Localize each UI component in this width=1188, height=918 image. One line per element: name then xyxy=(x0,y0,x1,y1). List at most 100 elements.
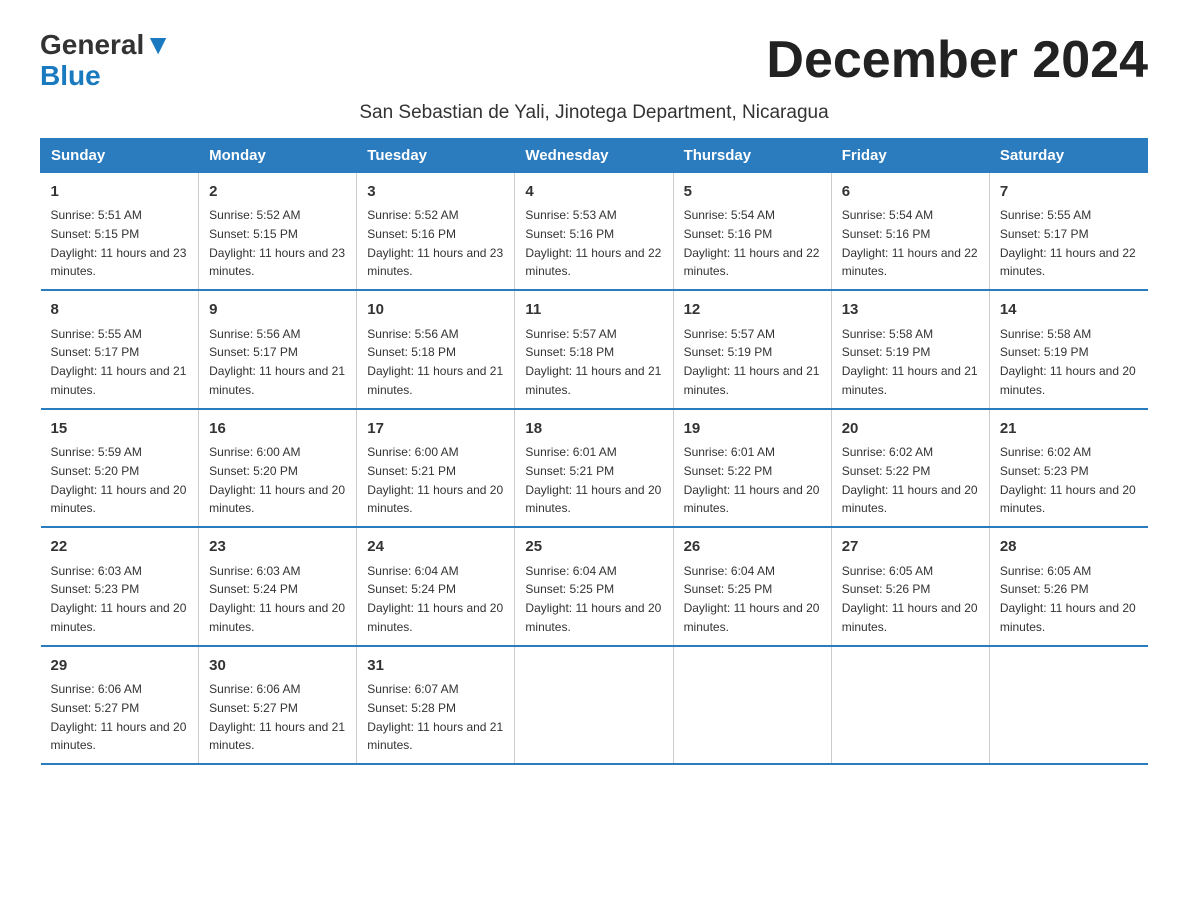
calendar-cell: 21 Sunrise: 6:02 AMSunset: 5:23 PMDaylig… xyxy=(989,409,1147,528)
calendar-cell: 6 Sunrise: 5:54 AMSunset: 5:16 PMDayligh… xyxy=(831,172,989,290)
day-number: 9 xyxy=(209,299,346,322)
calendar-cell: 7 Sunrise: 5:55 AMSunset: 5:17 PMDayligh… xyxy=(989,172,1147,290)
day-number: 25 xyxy=(525,536,662,559)
calendar-cell: 17 Sunrise: 6:00 AMSunset: 5:21 PMDaylig… xyxy=(357,409,515,528)
day-number: 1 xyxy=(51,181,189,204)
day-number: 28 xyxy=(1000,536,1138,559)
day-info: Sunrise: 5:52 AMSunset: 5:15 PMDaylight:… xyxy=(209,208,345,278)
calendar-cell: 3 Sunrise: 5:52 AMSunset: 5:16 PMDayligh… xyxy=(357,172,515,290)
calendar-cell: 29 Sunrise: 6:06 AMSunset: 5:27 PMDaylig… xyxy=(41,646,199,765)
calendar-cell: 12 Sunrise: 5:57 AMSunset: 5:19 PMDaylig… xyxy=(673,290,831,409)
calendar-cell: 20 Sunrise: 6:02 AMSunset: 5:22 PMDaylig… xyxy=(831,409,989,528)
day-number: 14 xyxy=(1000,299,1138,322)
calendar-week-row: 15 Sunrise: 5:59 AMSunset: 5:20 PMDaylig… xyxy=(41,409,1148,528)
day-number: 4 xyxy=(525,181,662,204)
calendar-week-row: 29 Sunrise: 6:06 AMSunset: 5:27 PMDaylig… xyxy=(41,646,1148,765)
day-info: Sunrise: 5:54 AMSunset: 5:16 PMDaylight:… xyxy=(684,208,820,278)
day-info: Sunrise: 6:01 AMSunset: 5:22 PMDaylight:… xyxy=(684,445,820,515)
logo-triangle-icon: ▼ xyxy=(144,29,172,60)
calendar-cell: 16 Sunrise: 6:00 AMSunset: 5:20 PMDaylig… xyxy=(199,409,357,528)
month-title: December 2024 xyxy=(766,30,1148,90)
logo-text: General▼ Blue xyxy=(40,30,172,92)
logo-blue-text: Blue xyxy=(40,60,101,91)
calendar-cell: 27 Sunrise: 6:05 AMSunset: 5:26 PMDaylig… xyxy=(831,527,989,646)
day-info: Sunrise: 5:58 AMSunset: 5:19 PMDaylight:… xyxy=(1000,327,1136,397)
day-info: Sunrise: 6:04 AMSunset: 5:25 PMDaylight:… xyxy=(684,564,820,634)
weekday-header-thursday: Thursday xyxy=(673,138,831,172)
day-info: Sunrise: 6:04 AMSunset: 5:24 PMDaylight:… xyxy=(367,564,503,634)
day-number: 23 xyxy=(209,536,346,559)
day-number: 21 xyxy=(1000,418,1138,441)
day-number: 30 xyxy=(209,655,346,678)
calendar-cell: 26 Sunrise: 6:04 AMSunset: 5:25 PMDaylig… xyxy=(673,527,831,646)
day-number: 5 xyxy=(684,181,821,204)
day-info: Sunrise: 6:01 AMSunset: 5:21 PMDaylight:… xyxy=(525,445,661,515)
calendar-cell: 24 Sunrise: 6:04 AMSunset: 5:24 PMDaylig… xyxy=(357,527,515,646)
day-number: 29 xyxy=(51,655,189,678)
day-number: 7 xyxy=(1000,181,1138,204)
day-number: 27 xyxy=(842,536,979,559)
calendar-week-row: 22 Sunrise: 6:03 AMSunset: 5:23 PMDaylig… xyxy=(41,527,1148,646)
day-number: 6 xyxy=(842,181,979,204)
calendar-cell: 30 Sunrise: 6:06 AMSunset: 5:27 PMDaylig… xyxy=(199,646,357,765)
day-info: Sunrise: 5:52 AMSunset: 5:16 PMDaylight:… xyxy=(367,208,503,278)
day-number: 20 xyxy=(842,418,979,441)
day-number: 17 xyxy=(367,418,504,441)
calendar-week-row: 8 Sunrise: 5:55 AMSunset: 5:17 PMDayligh… xyxy=(41,290,1148,409)
calendar-cell: 22 Sunrise: 6:03 AMSunset: 5:23 PMDaylig… xyxy=(41,527,199,646)
calendar-header-row: SundayMondayTuesdayWednesdayThursdayFrid… xyxy=(41,138,1148,172)
day-info: Sunrise: 5:54 AMSunset: 5:16 PMDaylight:… xyxy=(842,208,978,278)
subtitle: San Sebastian de Yali, Jinotega Departme… xyxy=(40,102,1148,124)
calendar-cell: 2 Sunrise: 5:52 AMSunset: 5:15 PMDayligh… xyxy=(199,172,357,290)
day-number: 3 xyxy=(367,181,504,204)
day-number: 12 xyxy=(684,299,821,322)
day-info: Sunrise: 6:02 AMSunset: 5:22 PMDaylight:… xyxy=(842,445,978,515)
calendar-cell: 8 Sunrise: 5:55 AMSunset: 5:17 PMDayligh… xyxy=(41,290,199,409)
calendar-cell: 23 Sunrise: 6:03 AMSunset: 5:24 PMDaylig… xyxy=(199,527,357,646)
day-number: 26 xyxy=(684,536,821,559)
page-header: General▼ Blue December 2024 xyxy=(40,30,1148,92)
day-info: Sunrise: 6:06 AMSunset: 5:27 PMDaylight:… xyxy=(209,682,345,752)
day-info: Sunrise: 6:05 AMSunset: 5:26 PMDaylight:… xyxy=(842,564,978,634)
calendar-cell: 14 Sunrise: 5:58 AMSunset: 5:19 PMDaylig… xyxy=(989,290,1147,409)
calendar-cell xyxy=(673,646,831,765)
calendar-cell: 25 Sunrise: 6:04 AMSunset: 5:25 PMDaylig… xyxy=(515,527,673,646)
calendar-cell: 4 Sunrise: 5:53 AMSunset: 5:16 PMDayligh… xyxy=(515,172,673,290)
day-info: Sunrise: 6:04 AMSunset: 5:25 PMDaylight:… xyxy=(525,564,661,634)
calendar-cell: 13 Sunrise: 5:58 AMSunset: 5:19 PMDaylig… xyxy=(831,290,989,409)
calendar-cell: 1 Sunrise: 5:51 AMSunset: 5:15 PMDayligh… xyxy=(41,172,199,290)
weekday-header-monday: Monday xyxy=(199,138,357,172)
day-number: 2 xyxy=(209,181,346,204)
day-info: Sunrise: 5:56 AMSunset: 5:18 PMDaylight:… xyxy=(367,327,503,397)
calendar-cell xyxy=(515,646,673,765)
day-number: 11 xyxy=(525,299,662,322)
calendar-cell: 28 Sunrise: 6:05 AMSunset: 5:26 PMDaylig… xyxy=(989,527,1147,646)
day-info: Sunrise: 5:57 AMSunset: 5:19 PMDaylight:… xyxy=(684,327,820,397)
weekday-header-friday: Friday xyxy=(831,138,989,172)
day-number: 13 xyxy=(842,299,979,322)
weekday-header-saturday: Saturday xyxy=(989,138,1147,172)
day-info: Sunrise: 5:53 AMSunset: 5:16 PMDaylight:… xyxy=(525,208,661,278)
day-info: Sunrise: 6:07 AMSunset: 5:28 PMDaylight:… xyxy=(367,682,503,752)
day-info: Sunrise: 6:03 AMSunset: 5:23 PMDaylight:… xyxy=(51,564,187,634)
weekday-header-sunday: Sunday xyxy=(41,138,199,172)
day-number: 19 xyxy=(684,418,821,441)
calendar-cell: 31 Sunrise: 6:07 AMSunset: 5:28 PMDaylig… xyxy=(357,646,515,765)
calendar-cell: 9 Sunrise: 5:56 AMSunset: 5:17 PMDayligh… xyxy=(199,290,357,409)
day-info: Sunrise: 5:55 AMSunset: 5:17 PMDaylight:… xyxy=(1000,208,1136,278)
day-number: 10 xyxy=(367,299,504,322)
day-number: 8 xyxy=(51,299,189,322)
logo: General▼ Blue xyxy=(40,30,172,92)
day-info: Sunrise: 5:59 AMSunset: 5:20 PMDaylight:… xyxy=(51,445,187,515)
day-info: Sunrise: 5:55 AMSunset: 5:17 PMDaylight:… xyxy=(51,327,187,397)
day-info: Sunrise: 5:57 AMSunset: 5:18 PMDaylight:… xyxy=(525,327,661,397)
day-number: 16 xyxy=(209,418,346,441)
calendar-week-row: 1 Sunrise: 5:51 AMSunset: 5:15 PMDayligh… xyxy=(41,172,1148,290)
day-info: Sunrise: 5:58 AMSunset: 5:19 PMDaylight:… xyxy=(842,327,978,397)
day-info: Sunrise: 6:03 AMSunset: 5:24 PMDaylight:… xyxy=(209,564,345,634)
day-info: Sunrise: 5:56 AMSunset: 5:17 PMDaylight:… xyxy=(209,327,345,397)
day-info: Sunrise: 5:51 AMSunset: 5:15 PMDaylight:… xyxy=(51,208,187,278)
calendar-cell xyxy=(831,646,989,765)
day-number: 24 xyxy=(367,536,504,559)
day-number: 15 xyxy=(51,418,189,441)
